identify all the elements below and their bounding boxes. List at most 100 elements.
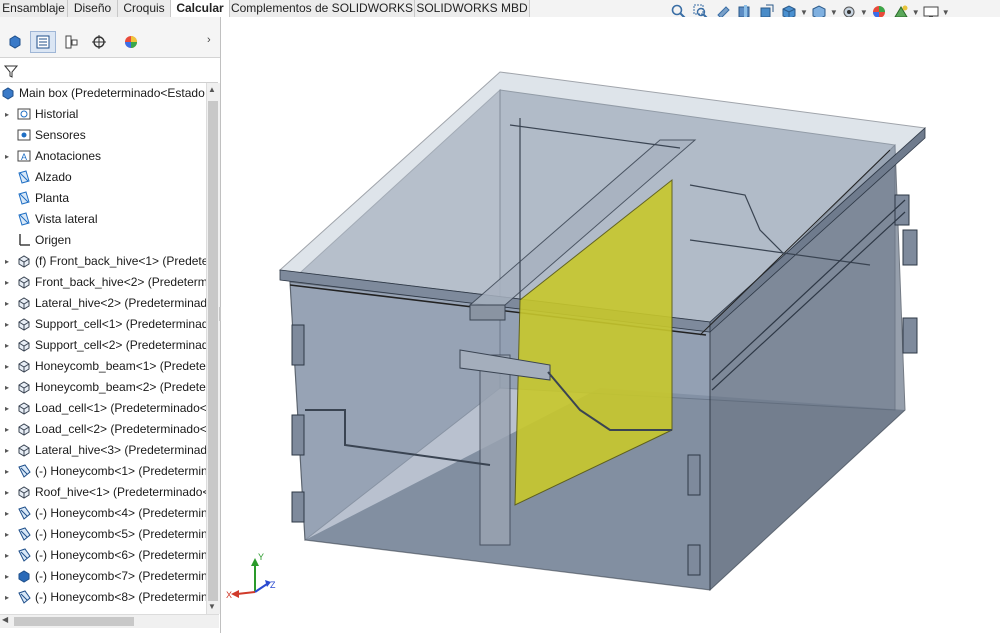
expand-arrow-icon[interactable]: ▸ (3, 377, 11, 398)
tree-item[interactable]: ▸ Support_cell<2> (Predeterminado (0, 335, 206, 356)
tree-item-label: Anotaciones (35, 149, 102, 163)
reference-triad: X Y Z (226, 552, 276, 600)
tab-diseno[interactable]: Diseño (68, 0, 118, 17)
tree-item[interactable]: Planta (0, 188, 206, 209)
part-icon (18, 444, 30, 457)
tree-item[interactable]: Alzado (0, 167, 206, 188)
tree-item[interactable]: Origen (0, 230, 206, 251)
tree-item[interactable]: ▸ (f) Front_back_hive<1> (Predeterm (0, 251, 206, 272)
expand-arrow-icon[interactable]: ▸ (3, 293, 11, 314)
expand-arrow-icon[interactable]: ▸ (3, 566, 11, 587)
property-icon (65, 35, 78, 49)
tree-filter[interactable] (0, 60, 218, 83)
part-solid-icon (18, 570, 30, 583)
plane-icon (18, 191, 30, 205)
configuration-manager-tab[interactable] (86, 31, 112, 53)
tree-item[interactable]: ▸ (-) Honeycomb<5> (Predetermina (0, 524, 206, 545)
part-sheet-icon (18, 506, 31, 520)
expand-arrow-icon[interactable]: ▸ (3, 146, 11, 167)
expand-arrow-icon[interactable]: ▸ (3, 314, 11, 335)
tree-item[interactable]: ▸ Roof_hive<1> (Predeterminado<< (0, 482, 206, 503)
expand-arrow-icon[interactable]: ▸ (3, 440, 11, 461)
tree-item[interactable]: ▸ Load_cell<2> (Predeterminado<< (0, 419, 206, 440)
tab-ensamblaje[interactable]: Ensamblaje (0, 0, 68, 17)
scroll-up-icon[interactable]: ▲ (208, 85, 216, 94)
tree-item[interactable]: Vista lateral (0, 209, 206, 230)
part-icon (18, 360, 30, 373)
expand-arrow-icon[interactable]: ▸ (3, 503, 11, 524)
tree-item[interactable]: ▸ (-) Honeycomb<1> (Predetermina (0, 461, 206, 482)
plane-icon (18, 212, 30, 226)
tab-croquis[interactable]: Croquis (118, 0, 171, 17)
scroll-left-icon[interactable]: ◀ (2, 615, 8, 624)
tree-item-label: Alzado (35, 170, 72, 184)
tree-item[interactable]: ▸ (-) Honeycomb<4> (Predetermina (0, 503, 206, 524)
tree-horizontal-scrollbar[interactable]: ◀ (0, 614, 219, 628)
feature-manager-tab[interactable] (30, 31, 56, 53)
property-manager-tab[interactable] (58, 31, 84, 53)
expand-arrow-icon[interactable]: ▸ (3, 272, 11, 293)
expand-arrow-icon[interactable]: ▸ (3, 482, 11, 503)
feature-tree-icon (36, 35, 50, 49)
graphics-area[interactable]: X Y Z (221, 17, 1000, 633)
tree-item[interactable]: ▸ Lateral_hive<3> (Predeterminado< (0, 440, 206, 461)
origin-icon (19, 234, 30, 246)
filter-icon[interactable] (3, 63, 19, 79)
tree-item-label: (-) Honeycomb<6> (Predetermina (35, 548, 206, 562)
tree-item[interactable]: ▸ Load_cell<1> (Predeterminado<< (0, 398, 206, 419)
tree-item[interactable]: ▸ Lateral_hive<2> (Predeterminado< (0, 293, 206, 314)
appearance-tab[interactable] (118, 31, 144, 53)
expand-arrow-icon[interactable]: ▸ (3, 587, 11, 608)
tab-complementos[interactable]: Complementos de SOLIDWORKS (230, 0, 415, 17)
tree-item[interactable]: ▸ Support_cell<1> (Predeterminado (0, 314, 206, 335)
tree-item-label: Load_cell<1> (Predeterminado<< (35, 401, 206, 415)
x-axis-label: X (226, 590, 232, 600)
expand-arrow-icon[interactable]: ▸ (3, 524, 11, 545)
chevron-down-icon[interactable]: ▼ (800, 8, 808, 17)
tree-item[interactable]: ▸ A Anotaciones (0, 146, 206, 167)
tree-item-label: Sensores (35, 128, 86, 142)
scroll-down-icon[interactable]: ▼ (208, 602, 216, 611)
tree-item[interactable]: ▸ Historial (0, 104, 206, 125)
scrollbar-thumb[interactable] (208, 101, 218, 601)
tree-item-label: (-) Honeycomb<4> (Predetermina (35, 506, 206, 520)
tab-calcular[interactable]: Calcular (171, 0, 230, 18)
tree-item[interactable]: ▸ Honeycomb_beam<1> (Predetermi (0, 356, 206, 377)
tree-item-label: Honeycomb_beam<1> (Predetermi (35, 359, 206, 373)
part-sheet-icon (18, 464, 31, 478)
tree-item[interactable]: ▸ Honeycomb_beam<2> (Predetermi (0, 377, 206, 398)
display-manager-tab[interactable] (2, 31, 28, 53)
chevron-down-icon[interactable]: ▼ (830, 8, 838, 17)
expand-arrow-icon[interactable]: ▸ (3, 104, 11, 125)
expand-arrow-icon[interactable]: ▸ (3, 545, 11, 566)
expand-arrow-icon[interactable]: ▸ (3, 251, 11, 272)
expand-arrow-icon[interactable]: ▸ (3, 335, 11, 356)
expand-arrow-icon[interactable]: ▸ (3, 398, 11, 419)
tree-item-label: Historial (35, 107, 79, 121)
color-wheel-icon (125, 36, 137, 48)
tree-item[interactable]: ▸ (-) Honeycomb<6> (Predetermina (0, 545, 206, 566)
tree-item[interactable]: ▸ (-) Honeycomb<8> (Predetermina (0, 587, 206, 608)
feature-manager-panel: › Main box (Predeterminado<Estado d ▸ Hist… (0, 17, 223, 633)
tree-item-label: Support_cell<1> (Predeterminado (35, 317, 206, 331)
chevron-down-icon[interactable]: ▼ (860, 8, 868, 17)
expand-arrow-icon[interactable]: ▸ (3, 356, 11, 377)
tab-mbd[interactable]: SOLIDWORKS MBD (415, 0, 530, 17)
part-icon (18, 486, 30, 499)
tree-root-assembly[interactable]: Main box (Predeterminado<Estado d (0, 83, 206, 104)
scrollbar-thumb[interactable] (14, 617, 134, 626)
sensor-icon (17, 129, 31, 141)
part-icon (18, 402, 30, 415)
tree-item[interactable]: ▸ (-) Honeycomb<7> (Predetermina (0, 566, 206, 587)
hive-box-model[interactable] (221, 17, 1000, 633)
chevron-down-icon[interactable]: ▼ (912, 8, 920, 17)
part-icon (18, 339, 30, 352)
chevron-right-icon[interactable]: › (207, 34, 211, 46)
tree-item[interactable]: ▸ Front_back_hive<2> (Predetermin (0, 272, 206, 293)
tree-vertical-scrollbar[interactable]: ▲ ▼ (206, 83, 220, 614)
part-icon (18, 276, 30, 289)
chevron-down-icon[interactable]: ▼ (942, 8, 950, 17)
expand-arrow-icon[interactable]: ▸ (3, 419, 11, 440)
expand-arrow-icon[interactable]: ▸ (3, 461, 11, 482)
tree-item[interactable]: Sensores (0, 125, 206, 146)
